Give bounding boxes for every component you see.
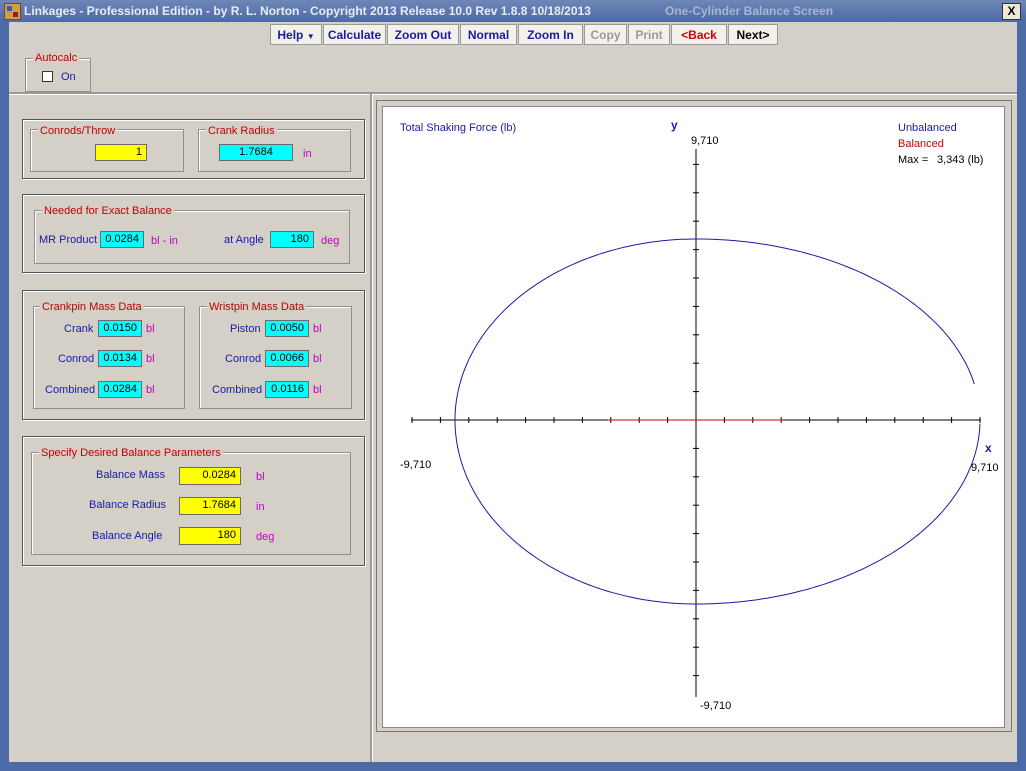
horizontal-divider [9,92,1017,95]
crankpin-conrod-value: 0.0134 [98,350,142,367]
help-label: Help [277,28,304,42]
x-min-label: -9,710 [400,459,431,471]
screen-name: One-Cylinder Balance Screen [665,4,834,18]
legend-balanced: Balanced [898,138,944,150]
conrods-legend: Conrods/Throw [38,125,118,137]
x-max-label: 9,710 [971,462,999,474]
balance-radius-label: Balance Radius [89,499,167,511]
wristpin-conrod-label: Conrod [225,353,262,365]
desired-balance-legend: Specify Desired Balance Parameters [39,447,223,459]
close-icon[interactable]: X [1002,3,1021,20]
autocalc-legend: Autocalc [33,52,80,64]
crankpin-legend: Crankpin Mass Data [40,301,144,313]
balance-angle-input[interactable]: 180 [179,527,241,545]
crankpin-conrod-label: Conrod [58,353,95,365]
crankpin-crank-label: Crank [64,323,94,335]
crankpin-crank-unit: bl [146,323,155,335]
zoom-in-button[interactable]: Zoom In [518,24,583,45]
plot-svg: Total Shaking Force (lb) y 9,710 -9,710 … [400,118,999,712]
legend-unbalanced: Unbalanced [898,122,957,134]
at-angle-unit: deg [321,235,340,247]
y-max-label: 9,710 [691,135,719,147]
wristpin-piston-label: Piston [230,323,261,335]
wristpin-combined-value: 0.0116 [265,381,309,398]
exact-balance-legend: Needed for Exact Balance [42,205,174,217]
balance-radius-input[interactable]: 1.7684 [179,497,241,515]
balance-mass-label: Balance Mass [96,469,166,481]
at-angle-value: 180 [270,231,314,248]
mr-product-value: 0.0284 [100,231,144,248]
dropdown-arrow-icon: ▼ [306,32,315,41]
crankpin-crank-value: 0.0150 [98,320,142,337]
conrods-input[interactable]: 1 [95,144,147,161]
print-button[interactable]: Print [628,24,670,45]
wristpin-combined-unit: bl [313,384,322,396]
wristpin-piston-value: 0.0050 [265,320,309,337]
wristpin-legend: Wristpin Mass Data [207,301,307,313]
crankpin-combined-value: 0.0284 [98,381,142,398]
crank-radius-value: 1.7684 [219,144,293,161]
window-frame-bottom [0,762,1026,771]
mr-product-unit: bl - in [151,235,178,247]
balance-angle-label: Balance Angle [92,530,163,542]
x-axis-label: x [985,441,992,455]
balance-mass-unit: bl [256,471,265,483]
max-label: Max = [898,154,928,166]
calculate-button[interactable]: Calculate [323,24,386,45]
window-frame-right [1017,22,1026,771]
autocalc-on-label: On [61,71,76,83]
vertical-divider [370,94,373,762]
crankpin-combined-unit: bl [146,384,155,396]
back-button[interactable]: <Back [671,24,727,45]
balance-mass-input[interactable]: 0.0284 [179,467,241,485]
max-value: 3,343 (lb) [937,154,983,166]
title-bar: Linkages - Professional Edition - by R. … [0,0,1026,22]
y-min-label: -9,710 [700,700,731,712]
mr-product-label: MR Product [39,234,98,246]
normal-button[interactable]: Normal [460,24,517,45]
at-angle-label: at Angle [224,234,264,246]
next-button[interactable]: Next> [728,24,778,45]
unbalanced-curve [454,238,981,605]
zoom-out-button[interactable]: Zoom Out [387,24,459,45]
shaking-force-plot[interactable]: Total Shaking Force (lb) y 9,710 -9,710 … [382,106,1005,728]
crankpin-combined-label: Combined [45,384,96,396]
window-title: Linkages - Professional Edition - by R. … [24,4,591,18]
balance-radius-unit: in [256,501,265,513]
crankpin-conrod-unit: bl [146,353,155,365]
crank-radius-unit: in [303,148,312,160]
autocalc-checkbox[interactable] [42,71,53,82]
wristpin-conrod-value: 0.0066 [265,350,309,367]
wristpin-conrod-unit: bl [313,353,322,365]
wristpin-piston-unit: bl [313,323,322,335]
y-axis-label: y [671,118,678,132]
plot-title: Total Shaking Force (lb) [400,122,516,134]
window-frame-left [0,22,9,771]
crank-radius-legend: Crank Radius [206,125,277,137]
wristpin-combined-label: Combined [212,384,263,396]
copy-button[interactable]: Copy [584,24,627,45]
app-icon [4,3,21,20]
balance-angle-unit: deg [256,531,275,543]
help-button[interactable]: Help ▼ [270,24,322,45]
